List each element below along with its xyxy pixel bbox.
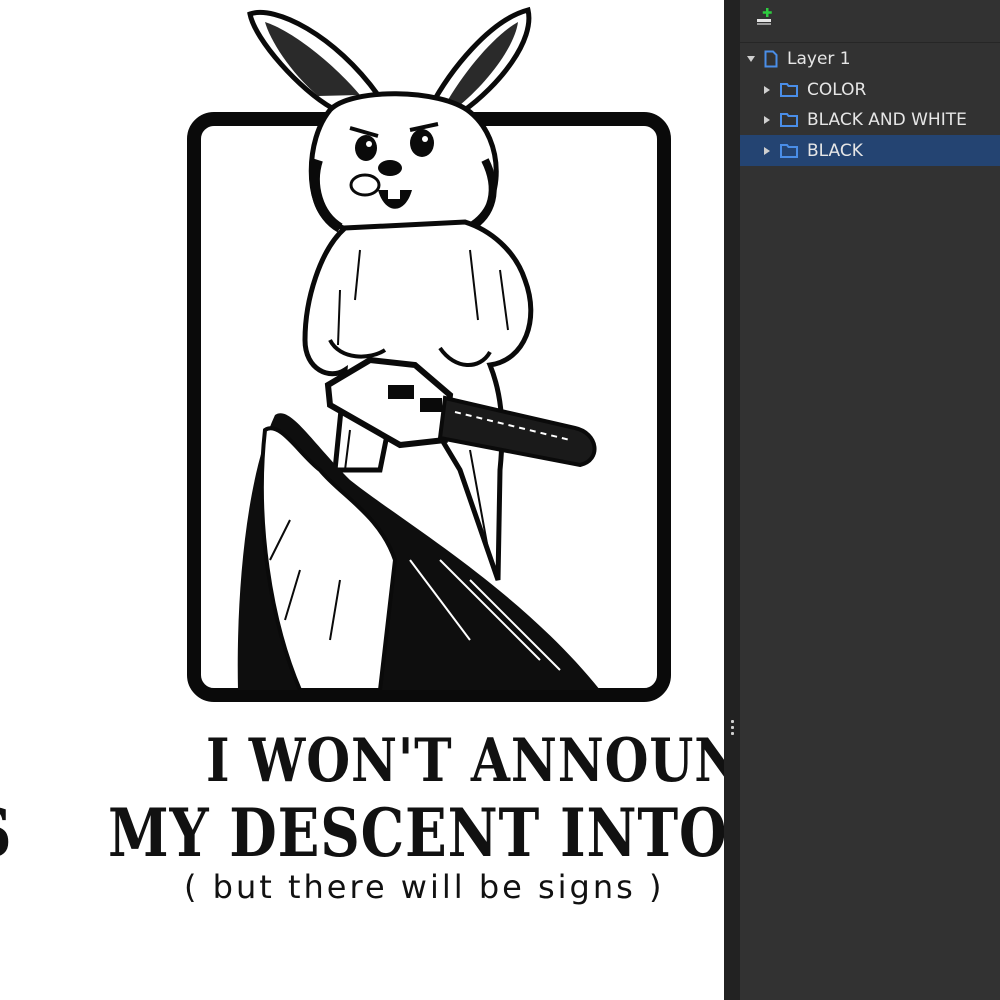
headline-line-2-overflow: S [0, 794, 12, 872]
folder-icon [780, 83, 798, 97]
layer-item-black[interactable]: BLACK [740, 135, 1000, 166]
add-layer-icon[interactable] [754, 6, 776, 28]
layer-item-label: BLACK [807, 140, 863, 161]
subheadline: ( but there will be signs ) [184, 868, 665, 906]
layer-item-layer-1[interactable]: Layer 1 [740, 43, 1000, 74]
folder-icon [780, 113, 798, 127]
layer-item-color[interactable]: COLOR [740, 74, 1000, 105]
bunny-chainsaw-illustration [187, 6, 671, 702]
layer-item-label: BLACK AND WHITE [807, 109, 967, 130]
artboard-canvas[interactable]: I WON'T ANNOUNCE MY DESCENT INTO MADNES … [0, 0, 724, 1000]
folder-icon [780, 144, 798, 158]
headline-line-2: MY DESCENT INTO MADNES [108, 794, 724, 872]
panel-splitter[interactable] [724, 0, 740, 1000]
layer-item-black-and-white[interactable]: BLACK AND WHITE [740, 104, 1000, 135]
headline-line-1: I WON'T ANNOUNCE [206, 726, 724, 796]
layer-item-label: COLOR [807, 79, 867, 100]
splitter-grip-icon[interactable] [729, 720, 735, 738]
chevron-right-icon[interactable] [762, 115, 772, 125]
chevron-down-icon[interactable] [746, 54, 756, 64]
document-icon [764, 50, 778, 67]
layer-item-label: Layer 1 [787, 48, 851, 69]
chevron-right-icon[interactable] [762, 85, 772, 95]
chevron-right-icon[interactable] [762, 146, 772, 156]
layers-panel: Layer 1 COLOR BLACK AND WHITE BLACK [740, 0, 1000, 1000]
layers-toolbar [740, 0, 1000, 43]
